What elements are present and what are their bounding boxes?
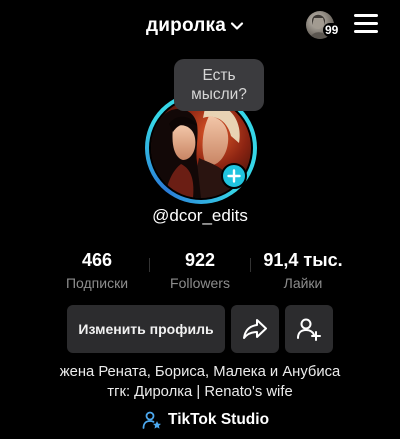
bio-line-1: жена Рената, Бориса, Малека и Анубиса [59, 364, 341, 380]
top-bar: диролка 99 [0, 0, 400, 52]
stat-following-value: 466 [81, 250, 113, 270]
chevron-down-icon [230, 22, 244, 30]
stat-likes-value: 91,4 тыс. [263, 250, 343, 270]
hamburger-menu-icon[interactable] [354, 14, 378, 36]
stat-followers-value: 922 [184, 250, 216, 270]
add-friend-button[interactable] [285, 305, 333, 353]
add-story-button[interactable] [221, 163, 247, 189]
edit-profile-button[interactable]: Изменить профиль [67, 305, 225, 353]
account-switcher[interactable]: диролка [146, 12, 244, 40]
thoughts-bubble[interactable]: Есть мысли? [174, 59, 264, 111]
notification-count: 99 [323, 23, 341, 37]
stat-following[interactable]: 466 Подписки [52, 249, 142, 291]
bio-line-2: тгк: Диролка | Renato's wife [107, 384, 293, 400]
share-profile-button[interactable] [231, 305, 279, 353]
share-arrow-icon [243, 319, 267, 339]
tiktok-studio-label: TikTok Studio [168, 411, 270, 428]
stat-likes[interactable]: 91,4 тыс. Лайки [253, 249, 353, 291]
stat-divider [250, 258, 251, 272]
stat-likes-label: Лайки [283, 275, 323, 291]
stat-followers[interactable]: 922 Followers [155, 249, 245, 291]
add-friend-icon [297, 318, 321, 341]
person-star-icon [142, 411, 161, 429]
profile-username: @dcor_edits [152, 206, 248, 225]
tiktok-studio-link[interactable]: TikTok Studio [142, 410, 269, 430]
stat-following-label: Подписки [65, 275, 129, 291]
plus-icon [227, 169, 241, 183]
stat-divider [149, 258, 150, 272]
stat-followers-label: Followers [170, 275, 230, 291]
account-name: диролка [146, 15, 227, 36]
